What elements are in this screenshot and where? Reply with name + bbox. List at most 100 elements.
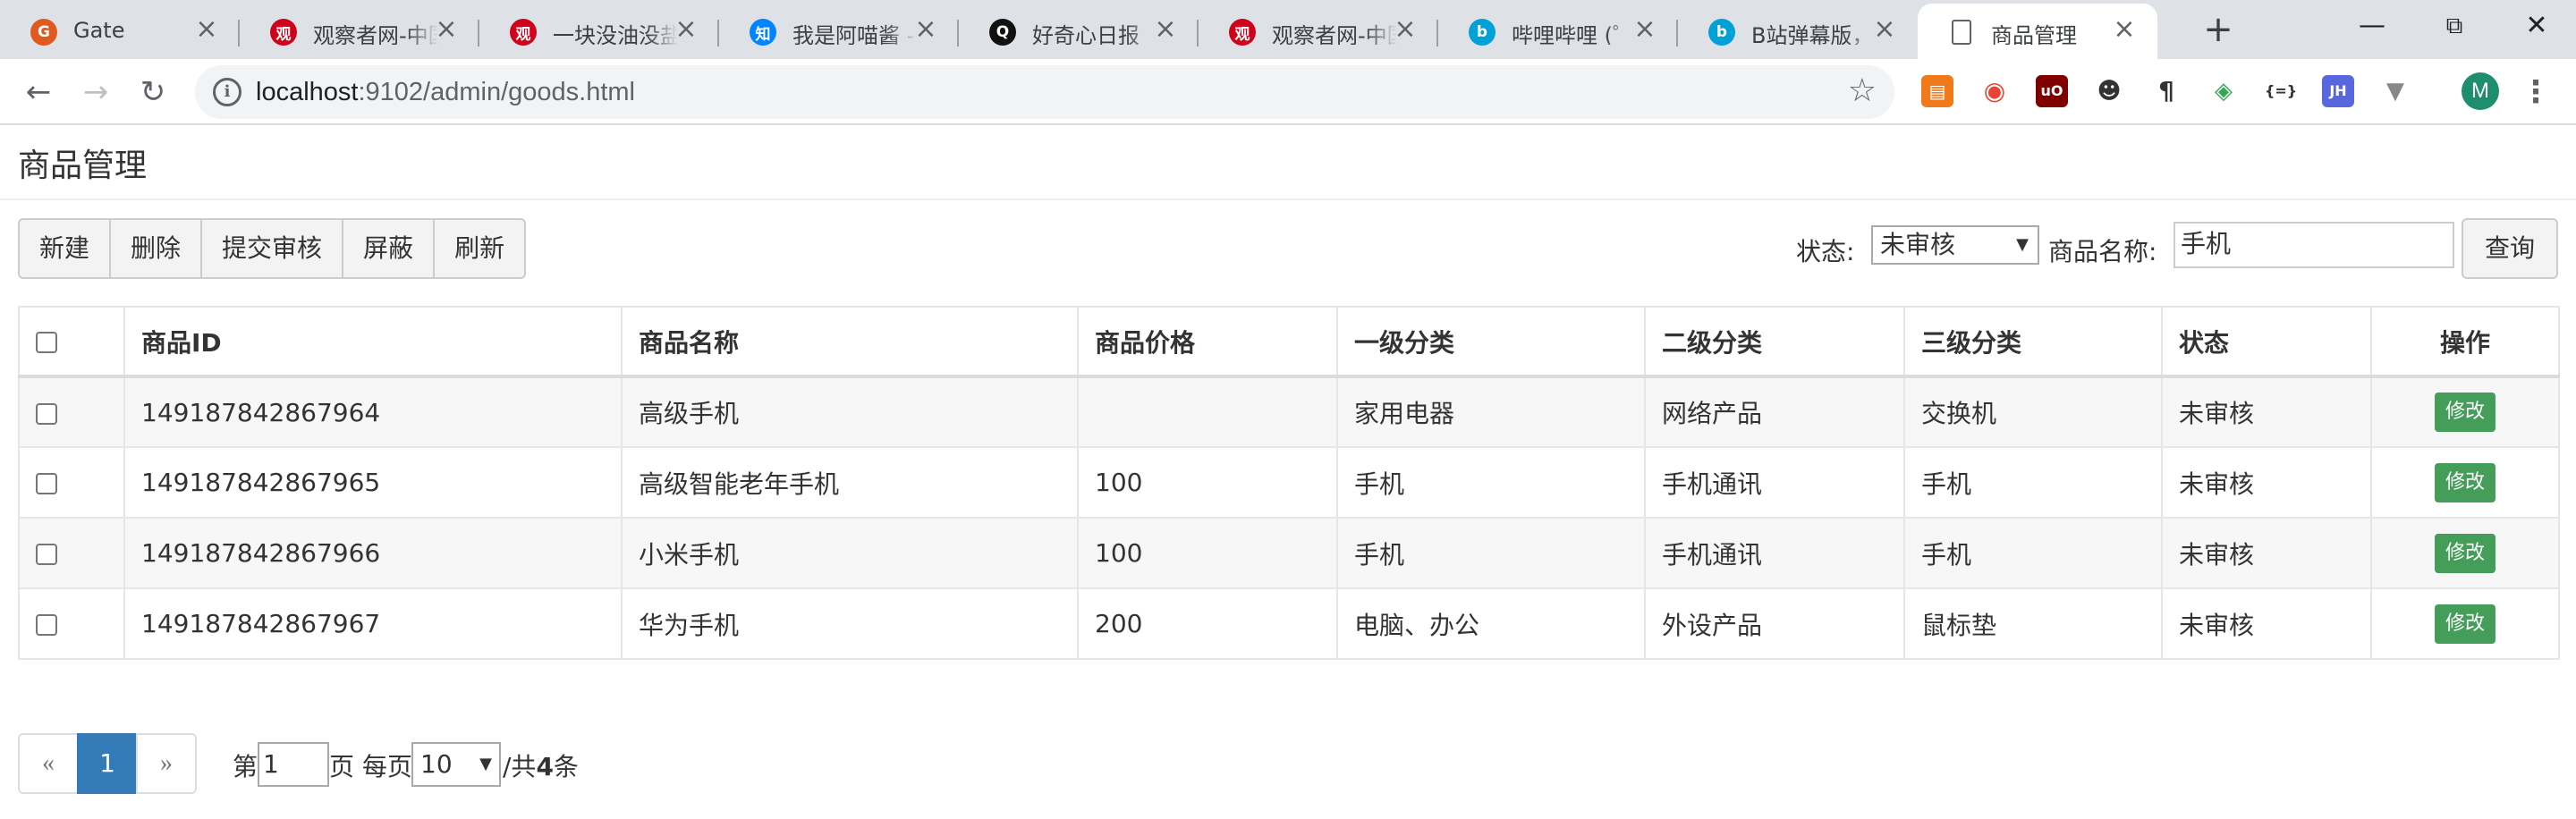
category1-cell: 电脑、办公 <box>1336 587 1646 660</box>
tab-title: 商品管理 <box>1991 23 2077 45</box>
browser-tab[interactable]: 观一块没油没盐 × <box>479 4 719 59</box>
zhihu-favicon-icon: 知 <box>750 19 776 46</box>
browser-tab[interactable]: 观观察者网-中国 × <box>1199 4 1438 59</box>
status-cell: 未审核 <box>2161 517 2372 589</box>
close-tab-icon[interactable]: × <box>193 16 220 43</box>
column-header: 二级分类 <box>1644 306 1905 378</box>
browser-tab[interactable]: 商品管理 × <box>1918 4 2157 59</box>
tab-title: Gate <box>73 18 125 43</box>
minimize-window-button[interactable]: — <box>2331 0 2413 54</box>
row-checkbox[interactable] <box>36 473 57 494</box>
select-all-checkbox[interactable] <box>36 332 57 353</box>
address-url[interactable]: localhost:9102/admin/goods.html <box>256 78 635 107</box>
category1-cell: 手机 <box>1336 517 1646 589</box>
address-bar[interactable]: i localhost:9102/admin/goods.html ☆ <box>195 65 1894 119</box>
table-row: 149187842867964 高级手机 家用电器 网络产品 交换机 未审核 修… <box>18 376 2560 448</box>
ublock-extension-icon[interactable]: uO <box>2036 75 2068 107</box>
browser-tab[interactable]: b B站弹幕版， × <box>1678 4 1918 59</box>
page-suffix-label: 页 每页 <box>329 752 412 781</box>
extension-icon[interactable]: ◉ <box>1979 75 2011 107</box>
goods-id-cell: 149187842867966 <box>123 517 623 589</box>
edit-button[interactable]: 修改 <box>2434 462 2496 502</box>
json-extension-icon[interactable]: {=} <box>2265 75 2297 107</box>
browser-tab[interactable]: G Gate × <box>0 4 240 59</box>
row-checkbox[interactable] <box>36 402 57 425</box>
row-select-cell <box>18 517 125 589</box>
goods-name-input[interactable]: 手机 <box>2174 222 2454 268</box>
column-header: 操作 <box>2370 306 2560 378</box>
page-title: 商品管理 <box>18 148 148 184</box>
category3-cell: 交换机 <box>1903 376 2163 448</box>
close-tab-icon[interactable]: × <box>1631 16 1658 43</box>
status-select[interactable]: 未审核 ▼ <box>1871 225 2039 265</box>
profile-avatar[interactable]: M <box>2462 72 2499 110</box>
extension-icon[interactable]: ▤ <box>1921 75 1953 107</box>
close-window-button[interactable]: ✕ <box>2496 0 2576 54</box>
edit-button[interactable]: 修改 <box>2434 393 2496 432</box>
close-tab-icon[interactable]: × <box>1152 16 1179 43</box>
edit-button[interactable]: 修改 <box>2434 533 2496 573</box>
page-button[interactable]: 1 <box>77 733 138 794</box>
extension-icon[interactable]: ▼ <box>2379 75 2411 107</box>
close-tab-icon[interactable]: × <box>912 16 939 43</box>
new-tab-button[interactable]: + <box>2197 9 2240 52</box>
reload-icon[interactable]: ↻ <box>131 70 175 114</box>
action-button-group: 新建 删除 提交审核 屏蔽 刷新 <box>18 218 527 279</box>
edit-button[interactable]: 修改 <box>2434 604 2496 644</box>
block-button[interactable]: 屏蔽 <box>342 218 436 279</box>
bookmark-star-icon[interactable]: ☆ <box>1848 72 1877 109</box>
extension-icon[interactable]: ☻ <box>2093 75 2125 107</box>
row-checkbox[interactable] <box>36 614 57 636</box>
page-size-select[interactable]: 10 ▼ <box>411 742 501 787</box>
browser-tab-strip: + — ⧉ ✕ G Gate × 观观察者网-中国 × 观一块没油没盐 × 知我是阿喵酱 - ×… <box>0 0 2576 59</box>
close-tab-icon[interactable]: × <box>1392 16 1419 43</box>
browser-tab[interactable]: b 哔哩哔哩 (゜ × <box>1438 4 1678 59</box>
browser-tab[interactable]: 知我是阿喵酱 - × <box>719 4 959 59</box>
row-select-cell <box>18 587 125 660</box>
site-info-icon[interactable]: i <box>213 78 242 106</box>
status-cell: 未审核 <box>2161 587 2372 660</box>
next-page-button[interactable]: » <box>136 733 197 794</box>
row-select-cell <box>18 446 125 519</box>
refresh-button[interactable]: 刷新 <box>433 218 527 279</box>
page-number-input[interactable]: 1 <box>258 742 329 787</box>
category3-cell: 手机 <box>1903 446 2163 519</box>
table-row: 149187842867967 华为手机 200 电脑、办公 外设产品 鼠标垫 … <box>18 587 2560 660</box>
category1-cell: 家用电器 <box>1336 376 1646 448</box>
action-cell: 修改 <box>2370 446 2560 519</box>
more-menu-icon[interactable]: ⋮ <box>2521 70 2551 114</box>
goods-price-cell: 200 <box>1077 587 1338 660</box>
close-tab-icon[interactable]: × <box>1871 16 1898 43</box>
page-prefix-label: 第 <box>233 752 258 781</box>
prev-page-button[interactable]: « <box>18 733 79 794</box>
gate-favicon-icon: G <box>30 19 57 46</box>
forward-arrow-icon[interactable]: → <box>73 70 118 114</box>
pagination: « 1 » <box>18 733 197 794</box>
close-tab-icon[interactable]: × <box>433 16 460 43</box>
close-tab-icon[interactable]: × <box>2111 16 2138 43</box>
extension-icon[interactable]: ¶ <box>2150 75 2182 107</box>
goods-id-cell: 149187842867965 <box>123 446 623 519</box>
browser-tab[interactable]: Q 好奇心日报_ × <box>959 4 1199 59</box>
delete-button[interactable]: 删除 <box>109 218 203 279</box>
category2-cell: 手机通讯 <box>1644 446 1905 519</box>
total-suffix: 条 <box>553 752 579 781</box>
bilibili-favicon-icon: b <box>1708 19 1735 46</box>
jh-extension-icon[interactable]: JH <box>2322 75 2354 107</box>
new-button[interactable]: 新建 <box>18 218 112 279</box>
browser-tab[interactable]: 观观察者网-中国 × <box>240 4 479 59</box>
close-tab-icon[interactable]: × <box>673 16 699 43</box>
status-cell: 未审核 <box>2161 446 2372 519</box>
column-header: 商品名称 <box>621 306 1079 378</box>
restore-window-button[interactable]: ⧉ <box>2413 0 2496 54</box>
extension-icon[interactable]: ◈ <box>2207 75 2240 107</box>
row-checkbox[interactable] <box>36 544 57 565</box>
submit-review-button[interactable]: 提交审核 <box>200 218 344 279</box>
goods-id-cell: 149187842867964 <box>123 376 623 448</box>
back-arrow-icon[interactable]: ← <box>16 70 61 114</box>
table-header-row: 商品ID 商品名称 商品价格 一级分类 二级分类 三级分类 状态 操作 <box>18 306 2560 378</box>
bilibili-favicon-icon: b <box>1469 19 1496 46</box>
query-button[interactable]: 查询 <box>2462 218 2558 279</box>
divider <box>0 198 2576 200</box>
column-header: 商品ID <box>123 306 623 378</box>
